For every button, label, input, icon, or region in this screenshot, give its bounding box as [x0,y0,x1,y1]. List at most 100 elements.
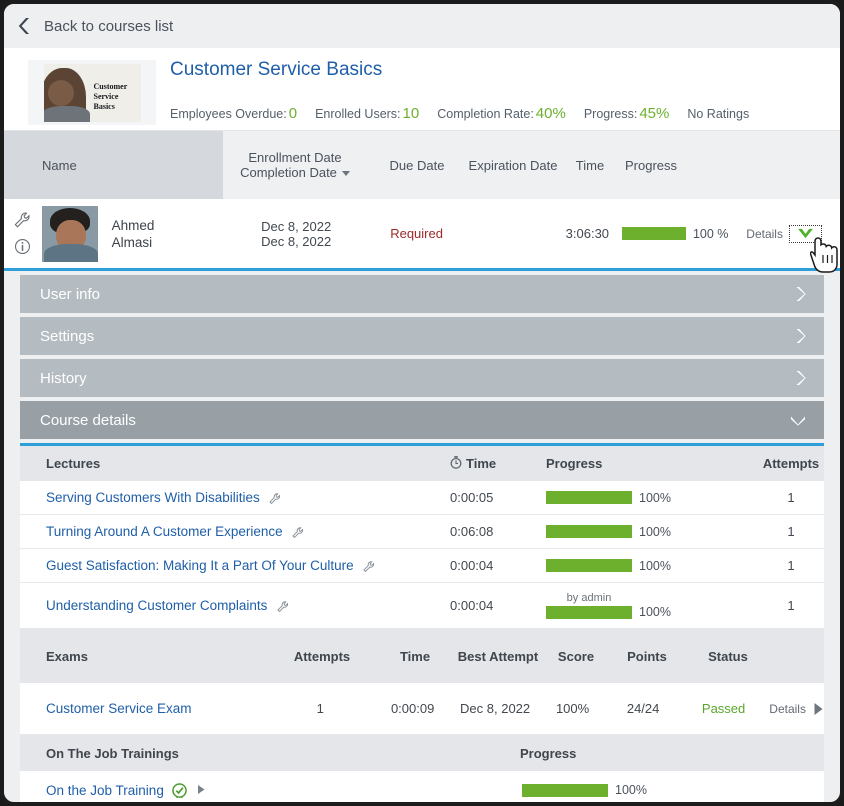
cell-enrollment-completion-date: Dec 8, 2022 Dec 8, 2022 [225,219,367,249]
chevron-left-icon[interactable] [16,17,32,35]
lecture-attempts: 1 [787,524,795,539]
sort-caret-down-icon[interactable] [341,171,350,177]
exam-points: 24/24 [626,701,660,716]
accordion-label-history: History [40,369,87,387]
lecture-time: 0:06:08 [450,524,494,539]
column-header-completion-date: Completion Date [240,165,337,180]
course-header: Customer Service Basics Customer Service… [4,48,840,131]
stat-enrolled-users-value: 10 [402,105,420,122]
lecture-link[interactable]: Guest Satisfaction: Making It a Part Of … [46,558,354,573]
exam-score: 100% [555,701,590,716]
exam-link[interactable]: Customer Service Exam [46,701,192,716]
table-row[interactable]: Ahmed Almasi Dec 8, 2022 Dec 8, 2022 Req… [4,199,840,271]
stat-progress-label: Progress: [583,107,638,121]
stat-completion-rate-label: Completion Rate: [437,107,534,121]
wrench-icon[interactable] [277,600,289,613]
chevron-down-icon [790,415,806,426]
wrench-icon[interactable] [363,560,375,573]
chevron-down-icon [798,228,813,238]
back-to-courses-link[interactable]: Back to courses list [44,18,173,35]
course-title[interactable]: Customer Service Basics [170,59,749,81]
stat-progress: Progress: 45% [584,105,670,122]
stopwatch-icon [450,456,462,469]
table-row[interactable]: On the Job Training 100% [20,771,824,802]
lecture-link[interactable]: Understanding Customer Complaints [46,598,267,613]
users-table-header: Name Enrollment Date Completion Date Due… [4,131,840,199]
wrench-icon[interactable] [292,526,304,539]
progress-bar [546,491,632,504]
column-header-progress[interactable]: Progress [621,131,751,199]
accordion-item-user-info[interactable]: User info [20,275,824,313]
table-row[interactable]: Understanding Customer Complaints 0:00:0… [20,583,824,629]
info-icon[interactable] [14,238,31,255]
exam-details-label[interactable]: Details [769,702,806,716]
accordion-label-settings: Settings [40,327,95,345]
column-header-time[interactable]: Time [559,131,621,199]
column-header-score: Score [557,648,595,664]
column-header-enrollment-completion-date[interactable]: Enrollment Date Completion Date [223,131,367,199]
details-label[interactable]: Details [746,227,783,241]
ojt-table-header: On The Job Trainings Progress [20,735,824,771]
progress-label: 100 % [692,226,729,241]
details-toggle-button[interactable] [788,224,822,243]
stat-enrolled-users-label: Enrolled Users: [315,107,401,121]
table-row[interactable]: Turning Around A Customer Experience 0:0… [20,515,824,549]
table-row[interactable]: Serving Customers With Disabilities 0:00… [20,481,824,515]
progress-bar [522,783,608,797]
users-table: Name Enrollment Date Completion Date Due… [4,131,840,271]
certified-check-icon [172,782,188,798]
exam-time: 0:00:09 [390,701,435,716]
lecture-name-cell: Understanding Customer Complaints [20,598,450,613]
cell-details: Details [746,224,840,243]
table-row[interactable]: Guest Satisfaction: Making It a Part Of … [20,549,824,583]
stat-no-ratings: No Ratings [687,107,750,121]
stat-employees-overdue-value: 0 [288,105,298,122]
user-first-name: Ahmed [111,217,155,233]
column-header-expiration-date[interactable]: Expiration Date [467,131,559,199]
wrench-icon[interactable] [14,212,31,229]
exam-attempts: 1 [316,701,324,716]
cell-enrollment-date: Dec 8, 2022 [261,218,332,234]
progress-bar [546,605,632,619]
column-header-lecture-progress: Progress [546,456,603,471]
course-details-panel: Lectures Time Progress Attempts Serving … [20,443,824,802]
column-header-points: Points [627,648,667,664]
progress-label: 100% [639,558,671,573]
column-header-best-attempt: Best Attempt [457,648,539,664]
column-header-ojt-progress: Progress [520,745,577,761]
avatar [41,205,98,262]
lecture-time: 0:00:04 [450,558,494,573]
wrench-icon[interactable] [269,492,281,505]
accordion-item-course-details[interactable]: Course details [20,401,824,439]
cell-completion-date: Dec 8, 2022 [261,233,332,249]
ojt-link[interactable]: On the Job Training [46,783,164,798]
column-header-status: Status [708,648,748,664]
lecture-link[interactable]: Serving Customers With Disabilities [46,490,260,505]
stat-enrolled-users: Enrolled Users: 10 [315,105,419,122]
progress-label: 100% [615,783,647,797]
progress-label: 100% [639,524,671,539]
progress-bar [546,525,632,538]
column-header-lecture-time-label: Time [466,456,497,471]
column-header-lecture-attempts: Attempts [762,456,820,471]
accordion-item-settings[interactable]: Settings [20,317,824,355]
course-stats: Employees Overdue: 0 Enrolled Users: 10 Co… [170,105,749,122]
stat-completion-rate: Completion Rate: 40% [437,105,566,122]
row-icon-group [4,212,38,255]
column-header-exams: Exams [46,648,88,664]
column-header-due-date[interactable]: Due Date [367,131,467,199]
accordion-item-history[interactable]: History [20,359,824,397]
accordion-label-course-details: Course details [40,411,136,429]
lecture-time: 0:00:05 [450,490,494,505]
triangle-right-icon[interactable] [813,702,824,716]
user-name[interactable]: Ahmed Almasi [98,217,226,251]
triangle-right-icon[interactable] [197,784,206,795]
exam-details-cell[interactable]: Details [769,702,824,716]
column-header-actions [751,131,840,199]
course-thumbnail: Customer Service Basics [28,60,156,125]
chevron-right-icon [795,286,806,302]
lecture-link[interactable]: Turning Around A Customer Experience [46,524,283,539]
table-row[interactable]: Customer Service Exam 1 0:00:09 Dec 8, 2… [20,683,824,735]
column-header-name[interactable]: Name [4,131,223,199]
user-last-name: Almasi [111,234,153,250]
